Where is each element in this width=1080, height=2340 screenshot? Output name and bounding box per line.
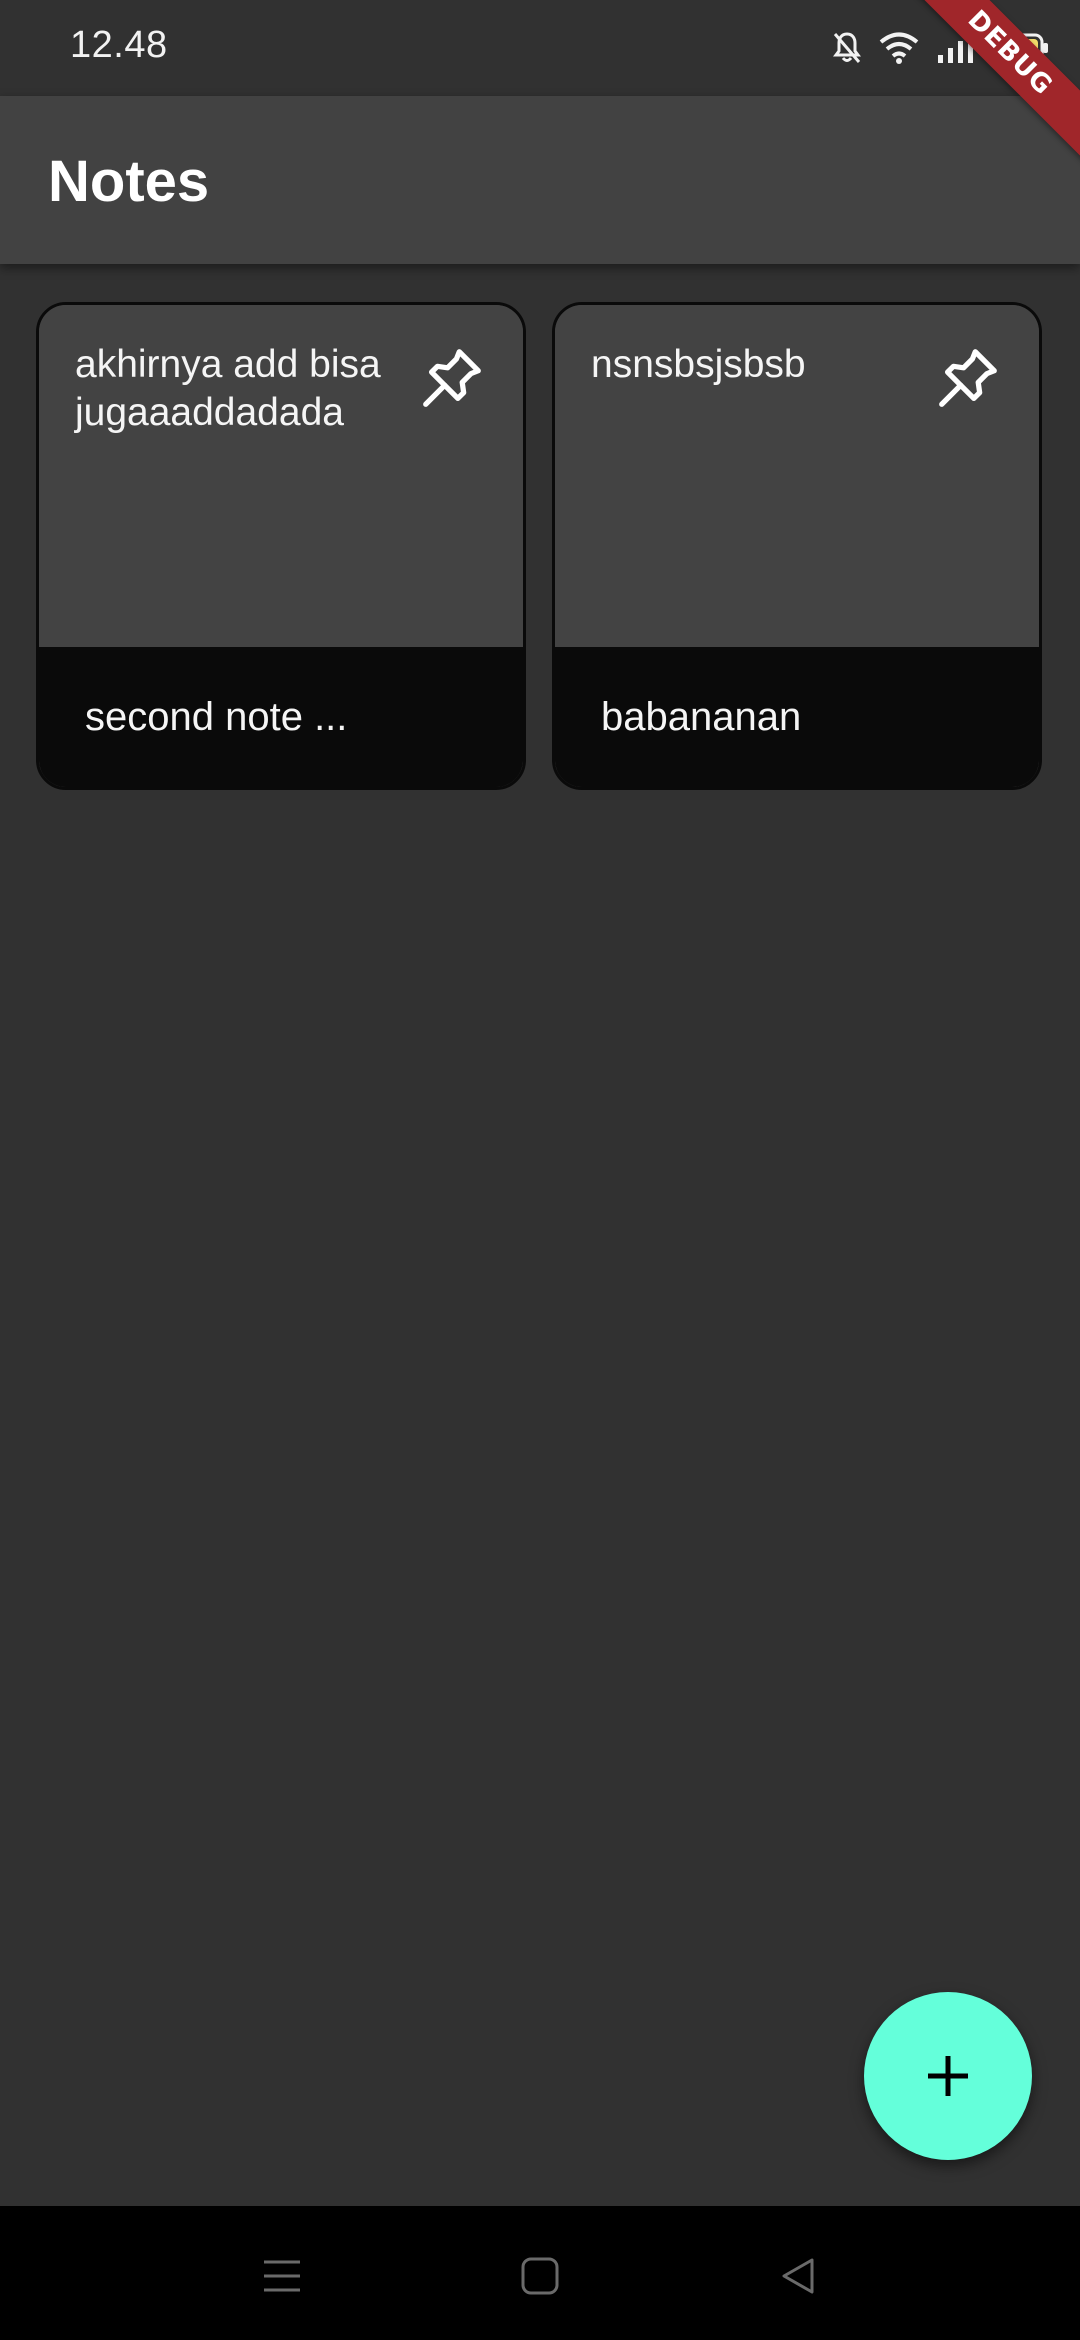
wifi-icon xyxy=(878,31,920,65)
home-icon[interactable] xyxy=(510,2246,570,2306)
notifications-off-icon xyxy=(832,31,862,65)
page-title: Notes xyxy=(48,149,210,214)
note-card-footer: second note ... xyxy=(39,647,523,787)
menu-icon[interactable] xyxy=(252,2246,312,2306)
back-icon[interactable] xyxy=(768,2246,828,2306)
add-note-button[interactable] xyxy=(864,1992,1032,2160)
app-bar: Notes xyxy=(0,96,1080,264)
note-title: akhirnya add bisa jugaaaddadada xyxy=(75,343,381,434)
system-nav-bar xyxy=(0,2206,1080,2340)
status-time: 12.48 xyxy=(70,24,168,66)
status-bar: 12.48 xyxy=(0,0,1080,96)
note-card[interactable]: akhirnya add bisa jugaaaddadada second n… xyxy=(36,302,526,790)
add-icon xyxy=(928,2056,968,2096)
pin-icon[interactable] xyxy=(415,341,489,415)
note-title: nsnsbsjsbsb xyxy=(591,343,806,386)
note-subtitle: second note ... xyxy=(85,695,348,739)
notes-grid: akhirnya add bisa jugaaaddadada second n… xyxy=(36,302,1044,790)
note-subtitle: babananan xyxy=(601,695,802,739)
note-card[interactable]: nsnsbsjsbsb babananan xyxy=(552,302,1042,790)
note-card-footer: babananan xyxy=(555,647,1039,787)
pin-icon[interactable] xyxy=(931,341,1005,415)
